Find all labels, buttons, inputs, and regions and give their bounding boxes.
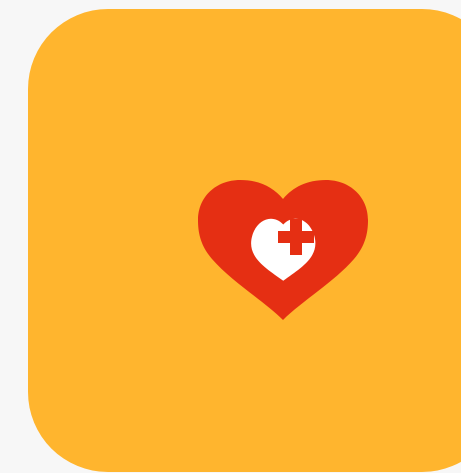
screen-background <box>0 0 461 473</box>
heart-with-medical-cross-icon <box>198 179 368 321</box>
app-icon-tile[interactable] <box>28 9 461 472</box>
